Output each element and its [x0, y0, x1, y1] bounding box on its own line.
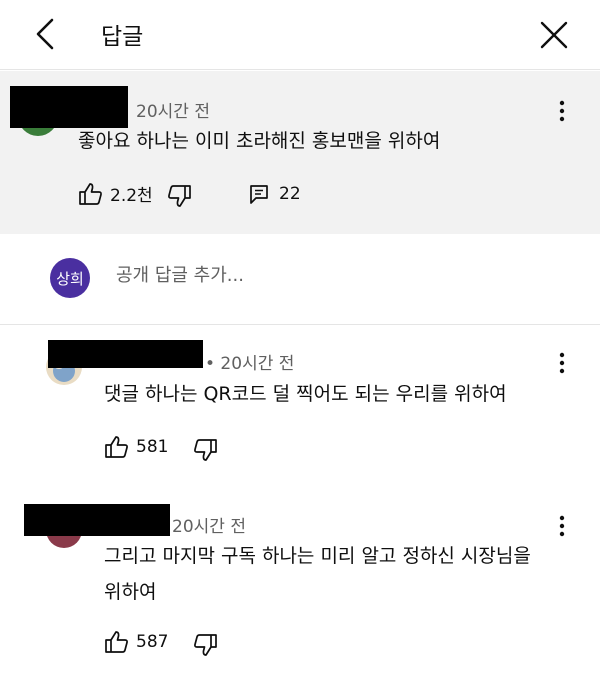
replies-button[interactable]: 22: [248, 183, 301, 205]
avatar[interactable]: 상희: [50, 258, 90, 298]
thumbs-down-icon: [194, 634, 217, 656]
close-button[interactable]: [536, 17, 572, 53]
dislike-button[interactable]: [166, 184, 192, 208]
comment-timestamp: • 20시간 전: [205, 354, 295, 374]
comment-timestamp: 20시간 전: [172, 517, 246, 537]
comment-timestamp: 20시간 전: [136, 102, 210, 122]
reply-input[interactable]: [116, 265, 516, 286]
like-button[interactable]: 587: [104, 630, 168, 654]
thumbs-up-icon: [105, 436, 128, 458]
dislike-button[interactable]: [192, 633, 218, 657]
more-vert-icon: [559, 100, 565, 122]
reply-count: 22: [279, 184, 301, 204]
like-count: 2.2천: [110, 186, 153, 206]
more-options-button[interactable]: [550, 97, 574, 125]
like-button[interactable]: 2.2천: [78, 181, 153, 206]
like-button[interactable]: 581: [104, 435, 168, 459]
more-options-button[interactable]: [550, 512, 574, 540]
thumbs-up-icon: [105, 631, 128, 653]
thumbs-down-icon: [194, 439, 217, 461]
add-reply-row: 상희: [0, 235, 600, 325]
page-title: 답글: [101, 24, 144, 50]
comment-text: 댓글 하나는 QR코드 덜 찍어도 되는 우리를 위하여: [104, 383, 507, 405]
more-vert-icon: [559, 515, 565, 537]
thumbs-up-icon: [79, 182, 102, 205]
more-vert-icon: [559, 352, 565, 374]
close-icon: [540, 21, 568, 49]
comment-icon: [250, 185, 268, 204]
comment-text: 그리고 마지막 구독 하나는 미리 알고 정하신 시장님을: [104, 545, 531, 567]
comment-text: 좋아요 하나는 이미 초라해진 홍보맨을 위하여: [78, 130, 441, 152]
like-count: 587: [136, 632, 169, 652]
back-button[interactable]: [28, 14, 64, 54]
more-options-button[interactable]: [550, 349, 574, 377]
redacted-username: [10, 86, 128, 128]
chevron-left-icon: [36, 18, 54, 50]
comment-text-continued: 위하여: [104, 581, 157, 603]
like-count: 581: [136, 437, 169, 457]
thumbs-down-icon: [168, 185, 191, 207]
header-bar: 답글: [0, 0, 600, 70]
redacted-username: [48, 340, 203, 368]
redacted-username: [24, 504, 170, 536]
dislike-button[interactable]: [192, 438, 218, 462]
parent-comment: 20시간 전 좋아요 하나는 이미 초라해진 홍보맨을 위하여 2.2천 22: [0, 71, 600, 234]
